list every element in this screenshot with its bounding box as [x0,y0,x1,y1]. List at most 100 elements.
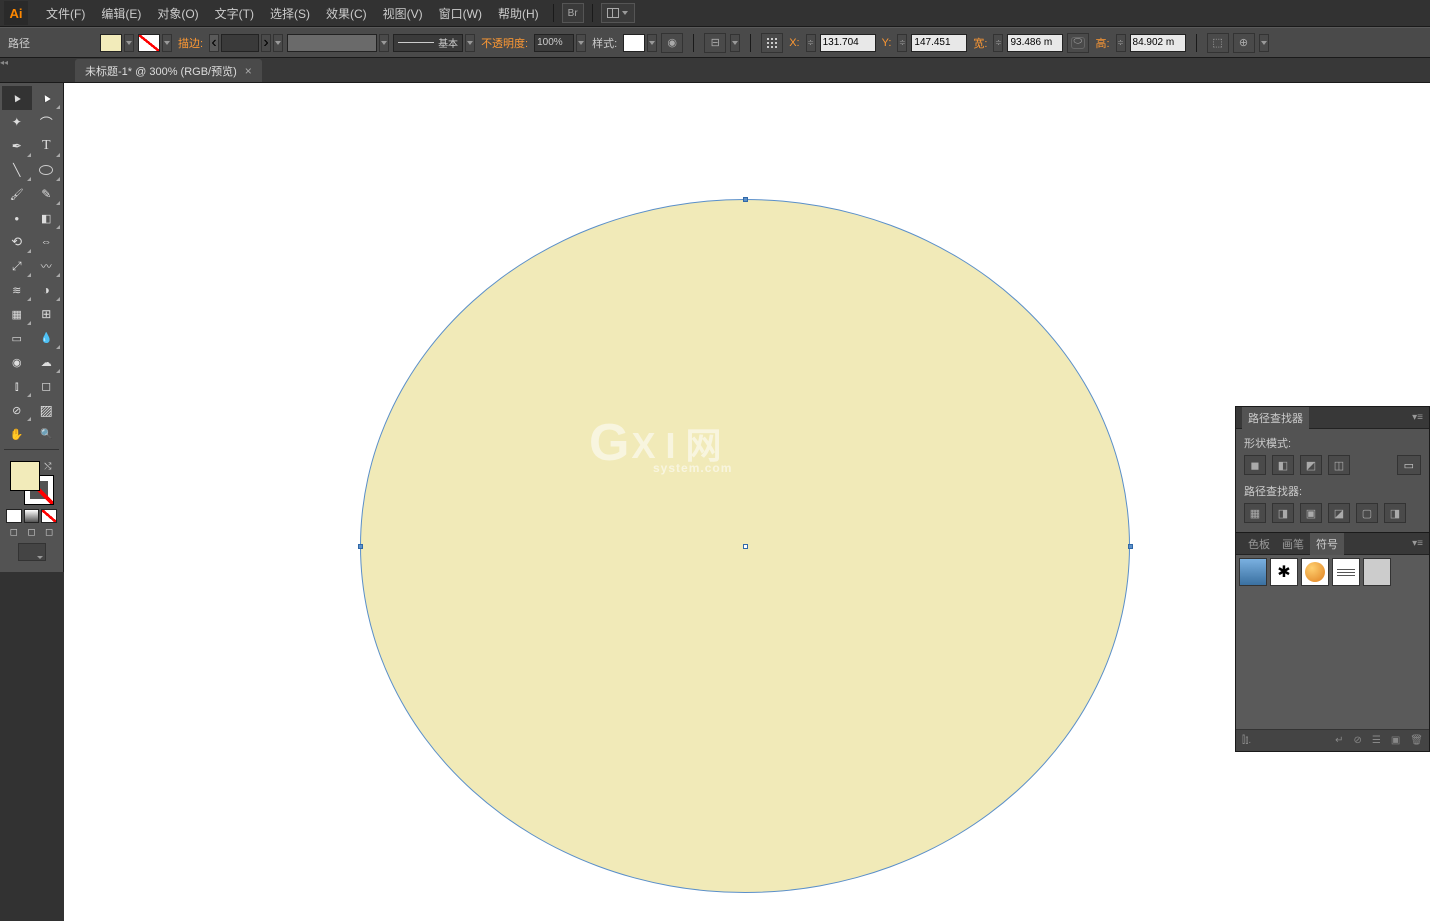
minus-front-button[interactable]: ◧ [1272,455,1294,475]
outline-button[interactable]: ▢ [1356,503,1378,523]
vwp-dropdown[interactable] [379,34,389,52]
swatches-tab[interactable]: 色板 [1242,536,1276,552]
y-input[interactable] [911,34,967,52]
menu-select[interactable]: 选择(S) [262,5,318,22]
stroke-weight-input[interactable] [221,34,259,52]
direct-selection-tool[interactable] [32,86,62,110]
break-link-icon[interactable]: ⊘ [1353,735,1361,746]
swap-fill-stroke-icon[interactable]: ⤭ [44,461,51,472]
selection-tool[interactable] [2,86,32,110]
close-tab-icon[interactable]: × [245,64,252,78]
draw-behind-icon[interactable]: ◻ [24,525,40,539]
bridge-button[interactable]: Br [562,3,584,23]
trim-button[interactable]: ◨ [1272,503,1294,523]
pencil-tool[interactable] [32,182,62,206]
w-stepper[interactable]: ≑ [993,34,1003,52]
perspective-grid-tool[interactable] [2,302,32,326]
symbol-orange-ball[interactable] [1301,558,1329,586]
mesh-tool[interactable] [32,302,62,326]
stroke-weight-down[interactable]: ‹ [209,34,219,52]
fill-color[interactable] [10,461,40,491]
type-tool[interactable] [32,134,62,158]
symbol-library-icon[interactable]: ⫿⫾. [1242,735,1251,746]
h-stepper[interactable]: ≑ [1116,34,1126,52]
opacity-dropdown[interactable] [576,34,586,52]
crop-button[interactable]: ◪ [1328,503,1350,523]
w-input[interactable] [1007,34,1063,52]
print-tiling-tool[interactable]: ▨ [32,398,62,422]
brush-dropdown[interactable] [465,34,475,52]
style-dropdown[interactable] [647,34,657,52]
expand-button[interactable]: ▭ [1397,455,1421,475]
align-dropdown[interactable] [730,34,740,52]
x-input[interactable] [820,34,876,52]
exclude-button[interactable]: ◫ [1328,455,1350,475]
transform-reference[interactable] [761,33,783,53]
eyedropper-tool[interactable] [32,326,62,350]
blend-tool[interactable] [2,350,32,374]
line-tool[interactable] [2,158,32,182]
canvas[interactable]: G X I 网 system.com [64,83,1430,921]
reflect-tool[interactable] [32,230,62,254]
link-wh-icon[interactable] [1067,33,1089,53]
symbol-ink-splat[interactable]: ✱ [1270,558,1298,586]
anchor-center[interactable] [743,544,748,549]
panel-menu-icon[interactable]: ▾≡ [1412,412,1429,423]
opacity-label[interactable]: 不透明度: [481,35,528,51]
y-stepper[interactable]: ≑ [897,34,907,52]
menu-effect[interactable]: 效果(C) [318,5,375,22]
symbol-sprayer-tool[interactable] [32,350,62,374]
symbols-tab[interactable]: 符号 [1310,533,1344,555]
zoom-tool[interactable] [32,422,62,446]
stroke-swatch[interactable] [138,34,160,52]
menu-type[interactable]: 文字(T) [207,5,262,22]
menu-object[interactable]: 对象(O) [149,5,206,22]
align-icon[interactable]: ⊟ [704,33,726,53]
screen-mode-button[interactable] [18,543,46,561]
place-symbol-icon[interactable]: ↵ [1335,735,1343,746]
isolate-icon[interactable]: ⬚ [1207,33,1229,53]
h-input[interactable] [1130,34,1186,52]
width-tool[interactable] [2,278,32,302]
warp-tool[interactable] [32,254,62,278]
style-swatch[interactable] [623,34,645,52]
anchor-top[interactable] [743,197,748,202]
ellipse-tool[interactable] [32,158,62,182]
paintbrush-tool[interactable] [2,182,32,206]
rotate-tool[interactable] [2,230,32,254]
menu-help[interactable]: 帮助(H) [490,5,547,22]
minus-back-button[interactable]: ◨ [1384,503,1406,523]
brushes-tab[interactable]: 画笔 [1276,536,1310,552]
scale-tool[interactable] [2,254,32,278]
menu-file[interactable]: 文件(F) [38,5,93,22]
menu-window[interactable]: 窗口(W) [431,5,490,22]
divide-button[interactable]: ▦ [1244,503,1266,523]
arrange-docs-button[interactable] [601,3,635,23]
magic-wand-tool[interactable] [2,110,32,134]
stroke-weight-up[interactable]: › [261,34,271,52]
slice-tool[interactable] [2,398,32,422]
fill-dropdown[interactable] [124,34,134,52]
pathfinder-tab[interactable]: 路径查找器 [1242,407,1309,429]
panel-menu-icon[interactable]: ▾≡ [1412,538,1429,549]
document-tab[interactable]: 未标题-1* @ 300% (RGB/预览) × [75,59,262,82]
stroke-weight-menu[interactable] [273,34,283,52]
artboard-tool[interactable] [32,374,62,398]
shape-builder-tool[interactable] [32,278,62,302]
expand-panels-icon[interactable]: ◂◂ [0,58,10,68]
gradient-tool[interactable] [2,326,32,350]
anchor-right[interactable] [1128,544,1133,549]
column-graph-tool[interactable] [2,374,32,398]
menu-edit[interactable]: 编辑(E) [93,5,149,22]
none-mode-button[interactable] [41,509,57,523]
symbol-lines[interactable] [1332,558,1360,586]
blob-brush-tool[interactable] [2,206,32,230]
hand-tool[interactable] [2,422,32,446]
unite-button[interactable]: ◼ [1244,455,1266,475]
symbol-options-icon[interactable]: ☰ [1372,735,1381,746]
opacity-input[interactable] [534,34,574,52]
brush-definition[interactable]: 基本 [393,34,463,52]
extra-dropdown[interactable] [1259,34,1269,52]
stroke-control[interactable] [138,34,172,52]
x-stepper[interactable]: ≑ [806,34,816,52]
